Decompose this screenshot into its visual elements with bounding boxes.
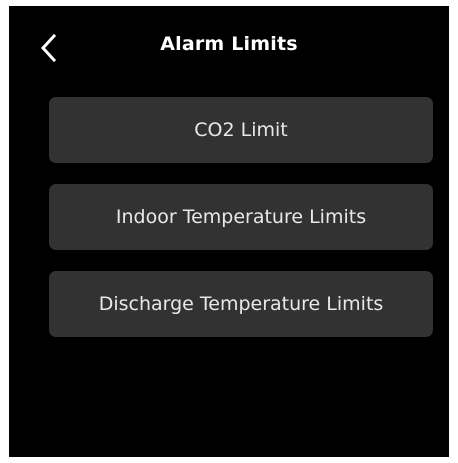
indoor-temperature-limits-button[interactable]: Indoor Temperature Limits <box>49 184 433 250</box>
menu-list: CO2 Limit Indoor Temperature Limits Disc… <box>49 97 433 358</box>
device-screen: Alarm Limits CO2 Limit Indoor Temperatur… <box>9 6 449 457</box>
discharge-temperature-limits-button[interactable]: Discharge Temperature Limits <box>49 271 433 337</box>
header: Alarm Limits <box>9 6 449 86</box>
page-title: Alarm Limits <box>160 33 298 55</box>
co2-limit-button[interactable]: CO2 Limit <box>49 97 433 163</box>
